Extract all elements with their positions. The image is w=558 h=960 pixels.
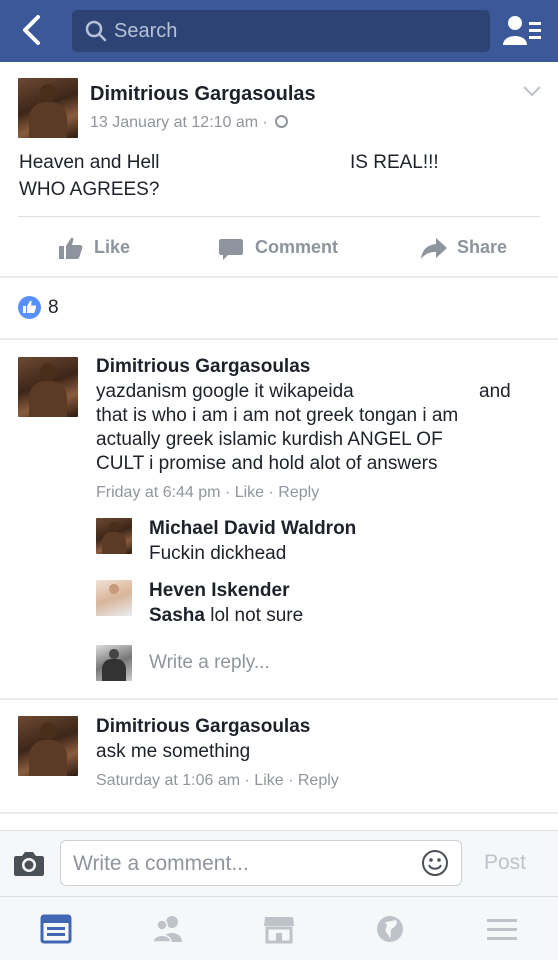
smiley-icon[interactable] bbox=[421, 849, 449, 877]
comment-text: CULT i promise and hold alot of answers bbox=[96, 453, 438, 474]
comment-text: actually greek islamic kurdish ANGEL OF bbox=[96, 429, 443, 450]
divider bbox=[18, 216, 540, 217]
reply-text-body: lol not sure bbox=[204, 605, 304, 626]
chevron-down-icon[interactable] bbox=[522, 84, 542, 98]
current-user-avatar bbox=[96, 645, 132, 681]
like-count: 8 bbox=[48, 297, 59, 318]
marketplace-icon[interactable] bbox=[263, 914, 295, 944]
reply-text: Sasha lol not sure bbox=[149, 604, 303, 628]
divider bbox=[0, 812, 558, 814]
comment-author-avatar[interactable] bbox=[18, 716, 78, 776]
comment-text: ask me something bbox=[96, 741, 251, 762]
globe-icon bbox=[275, 115, 289, 128]
menu-icon[interactable] bbox=[486, 914, 518, 944]
search-icon bbox=[85, 20, 107, 42]
comment-meta[interactable]: Saturday at 1:06 am · Like · Reply bbox=[96, 772, 339, 790]
divider bbox=[0, 698, 558, 700]
write-reply-input[interactable]: Write a reply... bbox=[149, 651, 270, 675]
search-placeholder: Search bbox=[114, 20, 178, 42]
reply-author-avatar[interactable] bbox=[96, 518, 132, 554]
like-reaction-icon bbox=[18, 296, 41, 319]
bottom-tab-bar bbox=[0, 896, 558, 960]
search-bar[interactable]: Search bbox=[72, 10, 490, 52]
comment-author-avatar[interactable] bbox=[18, 357, 78, 417]
post-text: WHO AGREES? bbox=[19, 179, 160, 200]
comment-placeholder: Write a comment... bbox=[73, 852, 249, 875]
camera-icon[interactable] bbox=[13, 849, 45, 877]
comment-button[interactable]: Comment bbox=[218, 235, 348, 261]
like-label: Like bbox=[94, 237, 131, 257]
reply-author-name[interactable]: Michael David Waldron bbox=[149, 518, 356, 540]
post-author-name[interactable]: Dimitrious Gargasoulas bbox=[90, 83, 316, 106]
news-feed-icon[interactable] bbox=[40, 914, 72, 944]
reply-author-name[interactable]: Heven Iskender bbox=[149, 580, 289, 602]
post-button[interactable]: Post bbox=[484, 851, 526, 875]
comment-meta[interactable]: Friday at 6:44 pm · Like · Reply bbox=[96, 484, 319, 502]
mention-link[interactable]: Sasha bbox=[149, 605, 205, 626]
friend-requests-icon[interactable] bbox=[502, 13, 542, 47]
post-author-avatar[interactable] bbox=[18, 78, 78, 138]
comment-text: and bbox=[479, 381, 511, 402]
divider bbox=[0, 338, 558, 340]
comment-text: yazdanism google it wikapeida bbox=[96, 381, 354, 402]
post-text: Heaven and Hell bbox=[19, 152, 160, 173]
like-button[interactable]: Like bbox=[58, 235, 138, 261]
share-label: Share bbox=[457, 237, 508, 257]
notifications-icon[interactable] bbox=[374, 914, 406, 944]
divider bbox=[0, 276, 558, 278]
comment-icon bbox=[219, 239, 243, 260]
comment-author-name[interactable]: Dimitrious Gargasoulas bbox=[96, 356, 310, 378]
comment-text: that is who i am i am not greek tongan i… bbox=[96, 405, 459, 426]
post-text: IS REAL!!! bbox=[350, 152, 439, 173]
friends-icon[interactable] bbox=[152, 914, 184, 944]
reply-author-avatar[interactable] bbox=[96, 580, 132, 616]
post-timestamp-text: 13 January at 12:10 am · bbox=[90, 114, 268, 131]
reply-text: Fuckin dickhead bbox=[149, 543, 287, 564]
comment-label: Comment bbox=[255, 237, 339, 257]
post-timestamp[interactable]: 13 January at 12:10 am · bbox=[90, 114, 289, 132]
top-navigation-bar: Search bbox=[0, 0, 558, 62]
like-icon bbox=[59, 237, 83, 259]
back-icon[interactable] bbox=[14, 12, 50, 48]
share-button[interactable]: Share bbox=[420, 235, 520, 261]
comment-author-name[interactable]: Dimitrious Gargasoulas bbox=[96, 716, 310, 738]
comment-input[interactable]: Write a comment... bbox=[60, 840, 462, 886]
share-icon bbox=[421, 238, 447, 259]
comment-composer: Write a comment... Post bbox=[0, 830, 558, 896]
